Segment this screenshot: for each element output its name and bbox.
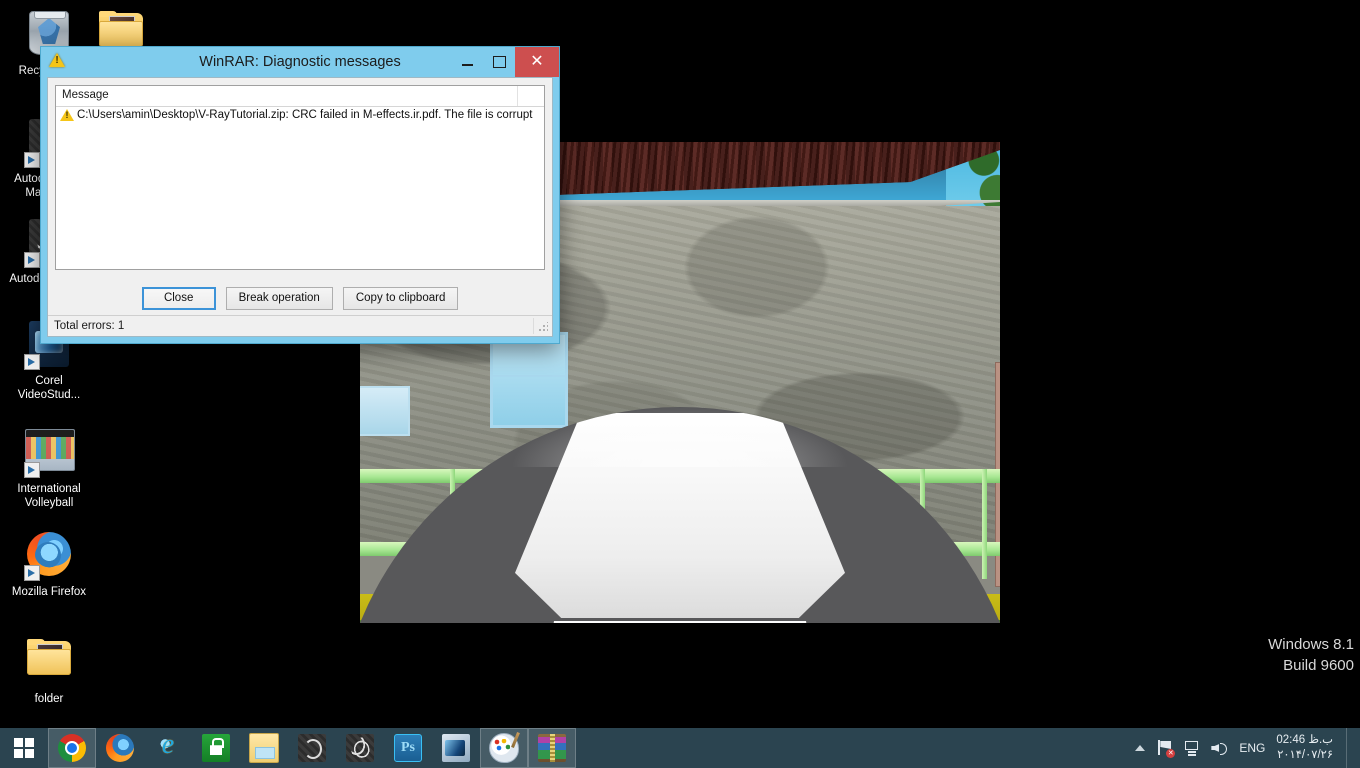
google-chrome-icon xyxy=(58,734,86,762)
network-icon[interactable] xyxy=(1183,739,1201,757)
taskbar-items: Ps xyxy=(48,728,576,768)
paint-icon xyxy=(489,733,519,763)
column-header-message[interactable]: Message xyxy=(56,86,518,106)
dialog-body: Message C:\Users\amin\Desktop\V-RayTutor… xyxy=(47,77,553,337)
windows-start-icon xyxy=(14,738,34,758)
maximize-button[interactable] xyxy=(483,47,515,77)
desktop-icon-mozilla-firefox[interactable]: Mozilla Firefox xyxy=(6,530,92,599)
desktop-icon-label: International Volleyball xyxy=(17,483,81,509)
taskbar-internet-explorer[interactable] xyxy=(144,728,192,768)
show-hidden-icons-chevron[interactable] xyxy=(1135,745,1146,751)
mozilla-firefox-icon xyxy=(24,532,73,581)
windows-watermark: Windows 8.1 Build 9600 xyxy=(1268,634,1354,676)
winrar-icon xyxy=(538,734,566,762)
file-explorer-icon xyxy=(249,733,279,763)
watermark-line-2: Build 9600 xyxy=(1283,657,1354,674)
message-text: C:\Users\amin\Desktop\V-RayTutorial.zip:… xyxy=(77,109,533,121)
taskbar-winrar[interactable] xyxy=(528,728,576,768)
maximize-icon xyxy=(492,56,506,68)
desktop-icon-label: Mozilla Firefox xyxy=(11,586,87,598)
render-window-small xyxy=(360,386,410,436)
close-button[interactable]: Close xyxy=(141,286,216,310)
corel-videostudio-icon xyxy=(442,734,470,762)
taskbar[interactable]: Ps ✕ ENG 02:46 ب.ظ ۲۰۱۴/۰۷/۲۶ xyxy=(0,728,1360,768)
window-controls: ✕ xyxy=(451,47,559,77)
shortcut-arrow-icon xyxy=(24,252,40,268)
message-list[interactable]: Message C:\Users\amin\Desktop\V-RayTutor… xyxy=(55,85,545,270)
break-operation-button[interactable]: Break operation xyxy=(225,286,333,310)
minimize-button[interactable] xyxy=(451,47,483,77)
clock-time: 02:46 ب.ظ xyxy=(1276,734,1333,746)
render-railing-post xyxy=(982,469,987,579)
taskbar-paint[interactable] xyxy=(480,728,528,768)
show-desktop-button[interactable] xyxy=(1346,728,1354,768)
taskbar-store[interactable] xyxy=(192,728,240,768)
taskbar-file-explorer[interactable] xyxy=(240,728,288,768)
internet-explorer-icon xyxy=(154,729,182,762)
desktop-icon-label: Corel VideoStud... xyxy=(17,375,81,401)
winrar-diagnostic-dialog[interactable]: WinRAR: Diagnostic messages ✕ Message xyxy=(40,46,560,344)
warning-icon xyxy=(49,53,67,71)
language-indicator[interactable]: ENG xyxy=(1237,741,1267,755)
minimize-icon xyxy=(461,64,473,66)
system-tray: ✕ ENG 02:46 ب.ظ ۲۰۱۴/۰۷/۲۶ xyxy=(1135,728,1360,768)
total-errors-text: Total errors: 1 xyxy=(54,320,125,332)
screen: Recycle Bin Autodesk 3ds Max 20... xyxy=(0,0,1360,768)
close-button[interactable]: ✕ xyxy=(515,47,559,77)
watermark-line-1: Windows 8.1 xyxy=(1268,636,1354,653)
autodesk-maya-icon xyxy=(346,734,374,762)
dialog-button-row: Close Break operation Copy to clipboard xyxy=(48,278,552,318)
warning-icon xyxy=(60,109,74,121)
taskbar-corel-videostudio[interactable] xyxy=(432,728,480,768)
taskbar-3ds-max[interactable] xyxy=(288,728,336,768)
taskbar-chrome[interactable] xyxy=(48,728,96,768)
mozilla-firefox-icon xyxy=(106,734,134,762)
speaker-icon[interactable] xyxy=(1210,739,1228,757)
close-icon: ✕ xyxy=(530,53,544,70)
shortcut-arrow-icon xyxy=(24,565,40,581)
start-button[interactable] xyxy=(0,728,48,768)
folder-icon xyxy=(25,639,73,687)
shortcut-arrow-icon xyxy=(24,354,40,370)
taskbar-firefox[interactable] xyxy=(96,728,144,768)
desktop-icon-folder[interactable]: folder xyxy=(6,632,92,706)
desktop-icon-label: folder xyxy=(34,693,64,705)
adobe-photoshop-icon: Ps xyxy=(394,734,422,762)
action-center-badge: ✕ xyxy=(1166,749,1176,758)
autodesk-3ds-max-icon xyxy=(298,734,326,762)
windows-store-icon xyxy=(202,734,230,762)
clock-date: ۲۰۱۴/۰۷/۲۶ xyxy=(1277,749,1333,761)
message-list-header: Message xyxy=(56,86,544,107)
dialog-status-bar: Total errors: 1 xyxy=(48,315,552,336)
copy-to-clipboard-button[interactable]: Copy to clipboard xyxy=(342,286,459,310)
international-volleyball-icon xyxy=(24,429,75,478)
taskbar-photoshop[interactable]: Ps xyxy=(384,728,432,768)
column-header-blank[interactable] xyxy=(518,86,544,106)
shortcut-arrow-icon xyxy=(24,462,40,478)
taskbar-maya[interactable] xyxy=(336,728,384,768)
dialog-titlebar[interactable]: WinRAR: Diagnostic messages ✕ xyxy=(41,47,559,77)
desktop-icon-international-volleyball[interactable]: International Volleyball xyxy=(6,425,92,510)
resize-grip[interactable] xyxy=(533,318,550,334)
clock[interactable]: 02:46 ب.ظ ۲۰۱۴/۰۷/۲۶ xyxy=(1276,733,1337,763)
shortcut-arrow-icon xyxy=(24,152,40,168)
ball-highlight xyxy=(510,407,850,467)
ball-panel-bottom xyxy=(530,621,830,623)
message-list-row[interactable]: C:\Users\amin\Desktop\V-RayTutorial.zip:… xyxy=(56,107,544,123)
action-center-flag-icon[interactable]: ✕ xyxy=(1156,739,1176,758)
